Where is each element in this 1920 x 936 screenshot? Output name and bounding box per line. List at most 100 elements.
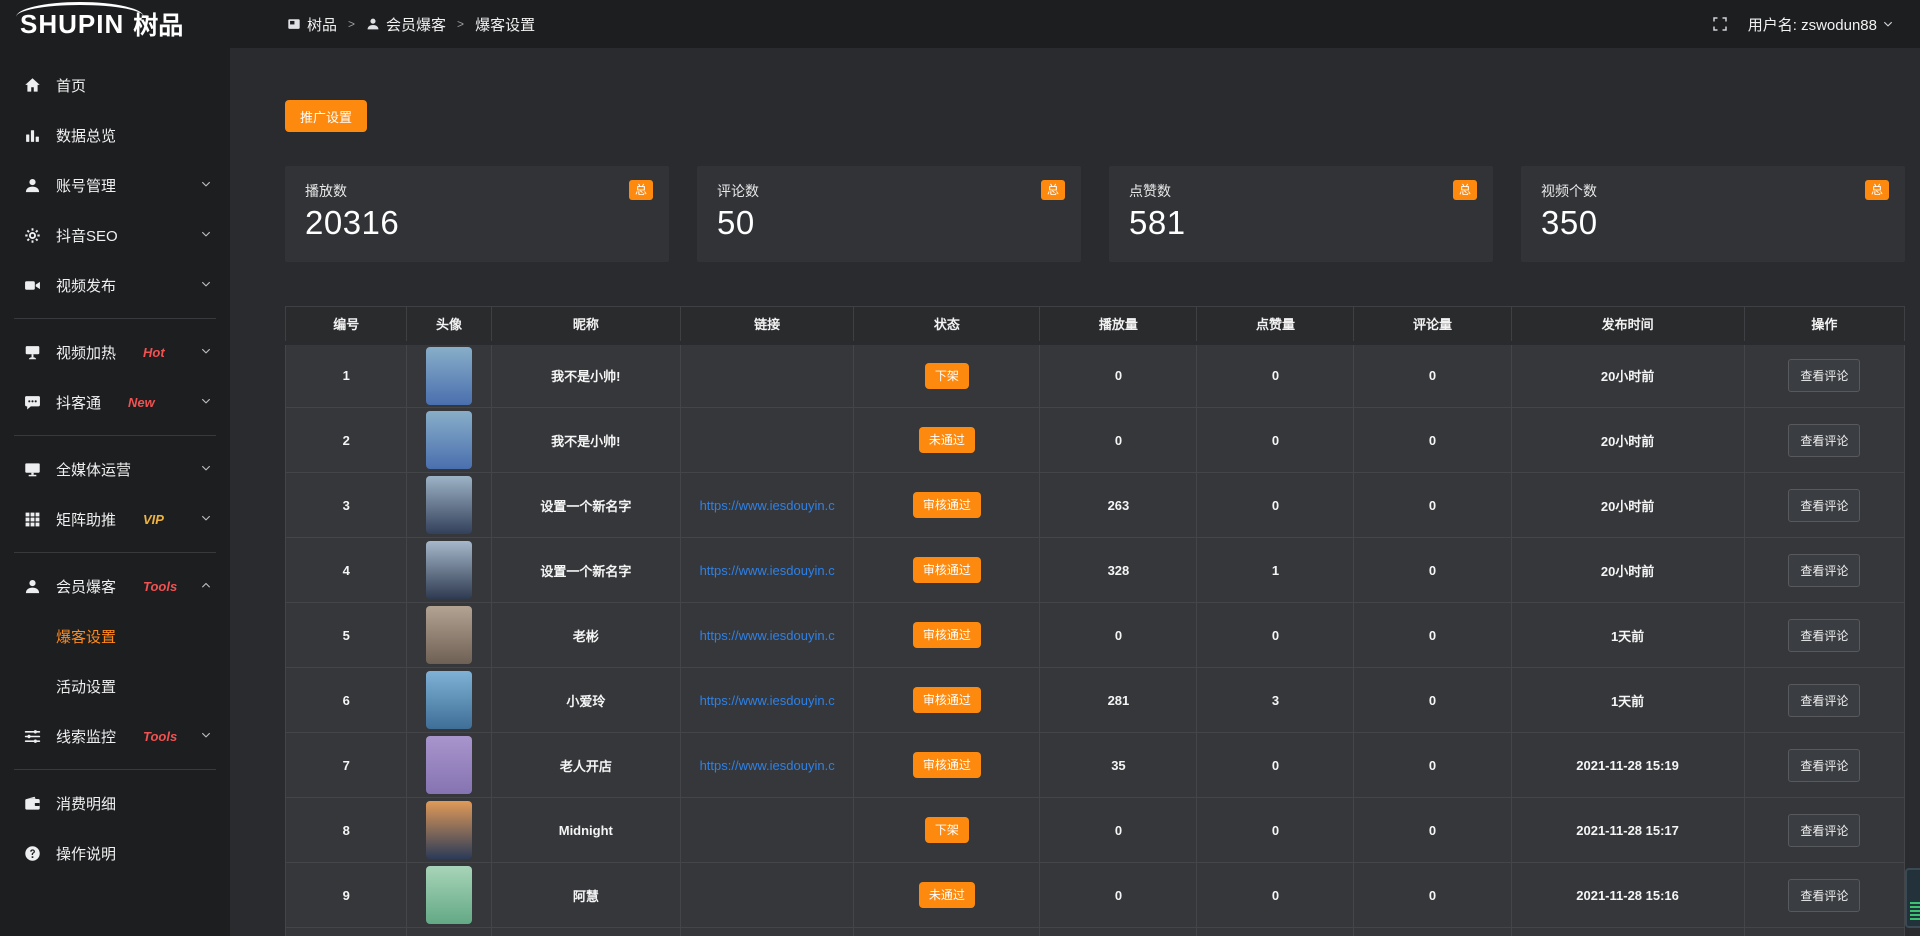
publish-time-cell: 20小时前	[1511, 408, 1744, 473]
sidebar-item-operation-guide[interactable]: 操作说明	[0, 828, 230, 878]
likes-cell: 0	[1197, 343, 1354, 408]
wallet-icon	[24, 795, 41, 812]
stat-total-badge: 总	[629, 180, 653, 200]
likes-cell: 0	[1197, 408, 1354, 473]
view-comments-button[interactable]: 查看评论	[1788, 489, 1860, 522]
view-comments-button[interactable]: 查看评论	[1788, 684, 1860, 717]
action-cell	[1744, 928, 1904, 936]
status-cell: 未通过	[854, 408, 1040, 473]
view-comments-button[interactable]: 查看评论	[1788, 879, 1860, 912]
sidebar-item-member-baoke[interactable]: 会员爆客Tools	[0, 561, 230, 611]
profile-link[interactable]: https://www.iesdouyin.c	[700, 498, 835, 513]
table-header-cell: 状态	[854, 307, 1040, 343]
sidebar-item-account-management[interactable]: 账号管理	[0, 160, 230, 210]
sidebar-item-badge: VIP	[143, 512, 164, 527]
table-header-cell: 编号	[286, 307, 407, 343]
avatar-cell	[407, 538, 491, 603]
sidebar-item-douyin-seo[interactable]: 抖音SEO	[0, 210, 230, 260]
comments-cell: 0	[1354, 603, 1511, 668]
stat-card-value: 50	[717, 204, 1061, 242]
profile-link[interactable]: https://www.iesdouyin.c	[700, 563, 835, 578]
row-number-cell: 5	[286, 603, 407, 668]
sidebar-divider	[14, 769, 216, 770]
sidebar-item-matrix-boost[interactable]: 矩阵助推VIP	[0, 494, 230, 544]
sidebar-item-doukotong[interactable]: 抖客通New	[0, 377, 230, 427]
sidebar-item-label: 会员爆客	[56, 576, 116, 597]
sidebar-item-label: 抖音SEO	[56, 225, 118, 246]
view-comments-button[interactable]: 查看评论	[1788, 424, 1860, 457]
view-comments-button[interactable]: 查看评论	[1788, 814, 1860, 847]
stat-card-value: 581	[1129, 204, 1473, 242]
table-row	[286, 928, 1905, 936]
row-number-cell: 2	[286, 408, 407, 473]
profile-link[interactable]: https://www.iesdouyin.c	[700, 628, 835, 643]
sidebar-item-label: 线索监控	[56, 726, 116, 747]
sidebar-item-label: 消费明细	[56, 793, 116, 814]
table-row: 3设置一个新名字https://www.iesdouyin.c审核通过26300…	[286, 473, 1905, 538]
link-cell: https://www.iesdouyin.c	[681, 733, 854, 798]
likes-cell: 0	[1197, 798, 1354, 863]
status-badge: 未通过	[919, 882, 975, 908]
avatar-cell	[407, 863, 491, 928]
comments-cell: 0	[1354, 863, 1511, 928]
sidebar-item-home[interactable]: 首页	[0, 60, 230, 110]
table-header-cell: 发布时间	[1511, 307, 1744, 343]
action-cell: 查看评论	[1744, 733, 1904, 798]
breadcrumb-separator: >	[457, 17, 464, 31]
view-comments-button[interactable]: 查看评论	[1788, 359, 1860, 392]
avatar-cell	[407, 343, 491, 408]
sidebar-item-clue-monitor[interactable]: 线索监控 Tools	[0, 711, 230, 761]
sidebar-item-video-heating[interactable]: 视频加热Hot	[0, 327, 230, 377]
sidebar-item-badge: Tools	[143, 729, 177, 744]
sidebar-item-badge: New	[128, 395, 155, 410]
view-comments-button[interactable]: 查看评论	[1788, 554, 1860, 587]
profile-link[interactable]: https://www.iesdouyin.c	[700, 758, 835, 773]
table-row: 2我不是小帅!未通过00020小时前查看评论	[286, 408, 1905, 473]
layout: 首页数据总览账号管理抖音SEO 视频发布视频加热Hot抖客通New 全媒体运营矩阵助…	[0, 48, 1920, 936]
comments-cell: 0	[1354, 668, 1511, 733]
grid-icon	[24, 511, 41, 528]
avatar-cell	[407, 733, 491, 798]
sidebar-item-label: 账号管理	[56, 175, 116, 196]
sidebar-subitem-baoke-settings[interactable]: 爆客设置	[0, 611, 230, 661]
sidebar: 首页数据总览账号管理抖音SEO 视频发布视频加热Hot抖客通New 全媒体运营矩阵助…	[0, 48, 230, 936]
promo-settings-button[interactable]: 推广设置	[285, 100, 367, 132]
plays-cell: 263	[1040, 473, 1197, 538]
user-icon	[24, 177, 41, 194]
avatar-cell	[407, 668, 491, 733]
sidebar-subitem-activity-settings[interactable]: 活动设置	[0, 661, 230, 711]
breadcrumb: 树品>会员爆客>爆客设置	[287, 14, 535, 35]
link-cell	[681, 928, 854, 936]
row-number-cell: 6	[286, 668, 407, 733]
stat-total-badge: 总	[1453, 180, 1477, 200]
sidebar-item-label: 数据总览	[56, 125, 116, 146]
sidebar-item-data-overview[interactable]: 数据总览	[0, 110, 230, 160]
sidebar-item-video-publish[interactable]: 视频发布	[0, 260, 230, 310]
action-cell: 查看评论	[1744, 538, 1904, 603]
row-number-cell: 4	[286, 538, 407, 603]
comments-cell: 0	[1354, 408, 1511, 473]
table-header-cell: 评论量	[1354, 307, 1511, 343]
breadcrumb-item-1[interactable]: 树品	[287, 14, 337, 35]
sidebar-item-consumption-detail[interactable]: 消费明细	[0, 778, 230, 828]
chevron-down-icon	[200, 728, 212, 745]
sidebar-item-all-media-operation[interactable]: 全媒体运营	[0, 444, 230, 494]
fullscreen-icon[interactable]	[1712, 16, 1728, 32]
breadcrumb-item-2[interactable]: 会员爆客	[366, 14, 446, 35]
stat-card-1: 播放数20316总	[285, 166, 669, 262]
table-row: 4设置一个新名字https://www.iesdouyin.c审核通过32810…	[286, 538, 1905, 603]
floating-widget[interactable]	[1905, 868, 1920, 928]
view-comments-button[interactable]: 查看评论	[1788, 749, 1860, 782]
plays-cell	[1040, 928, 1197, 936]
avatar	[426, 801, 472, 859]
publish-time-cell: 2021-11-28 15:19	[1511, 733, 1744, 798]
logo-text: SHUPIN	[20, 0, 124, 48]
view-comments-button[interactable]: 查看评论	[1788, 619, 1860, 652]
profile-link[interactable]: https://www.iesdouyin.c	[700, 693, 835, 708]
user-menu[interactable]: 用户名: zswodun88	[1748, 14, 1894, 35]
likes-cell: 1	[1197, 538, 1354, 603]
breadcrumb-separator: >	[348, 17, 355, 31]
nickname-cell: 小爱玲	[491, 668, 680, 733]
table-row: 6小爱玲https://www.iesdouyin.c审核通过281301天前查…	[286, 668, 1905, 733]
floating-widget-bars	[1910, 902, 1920, 922]
